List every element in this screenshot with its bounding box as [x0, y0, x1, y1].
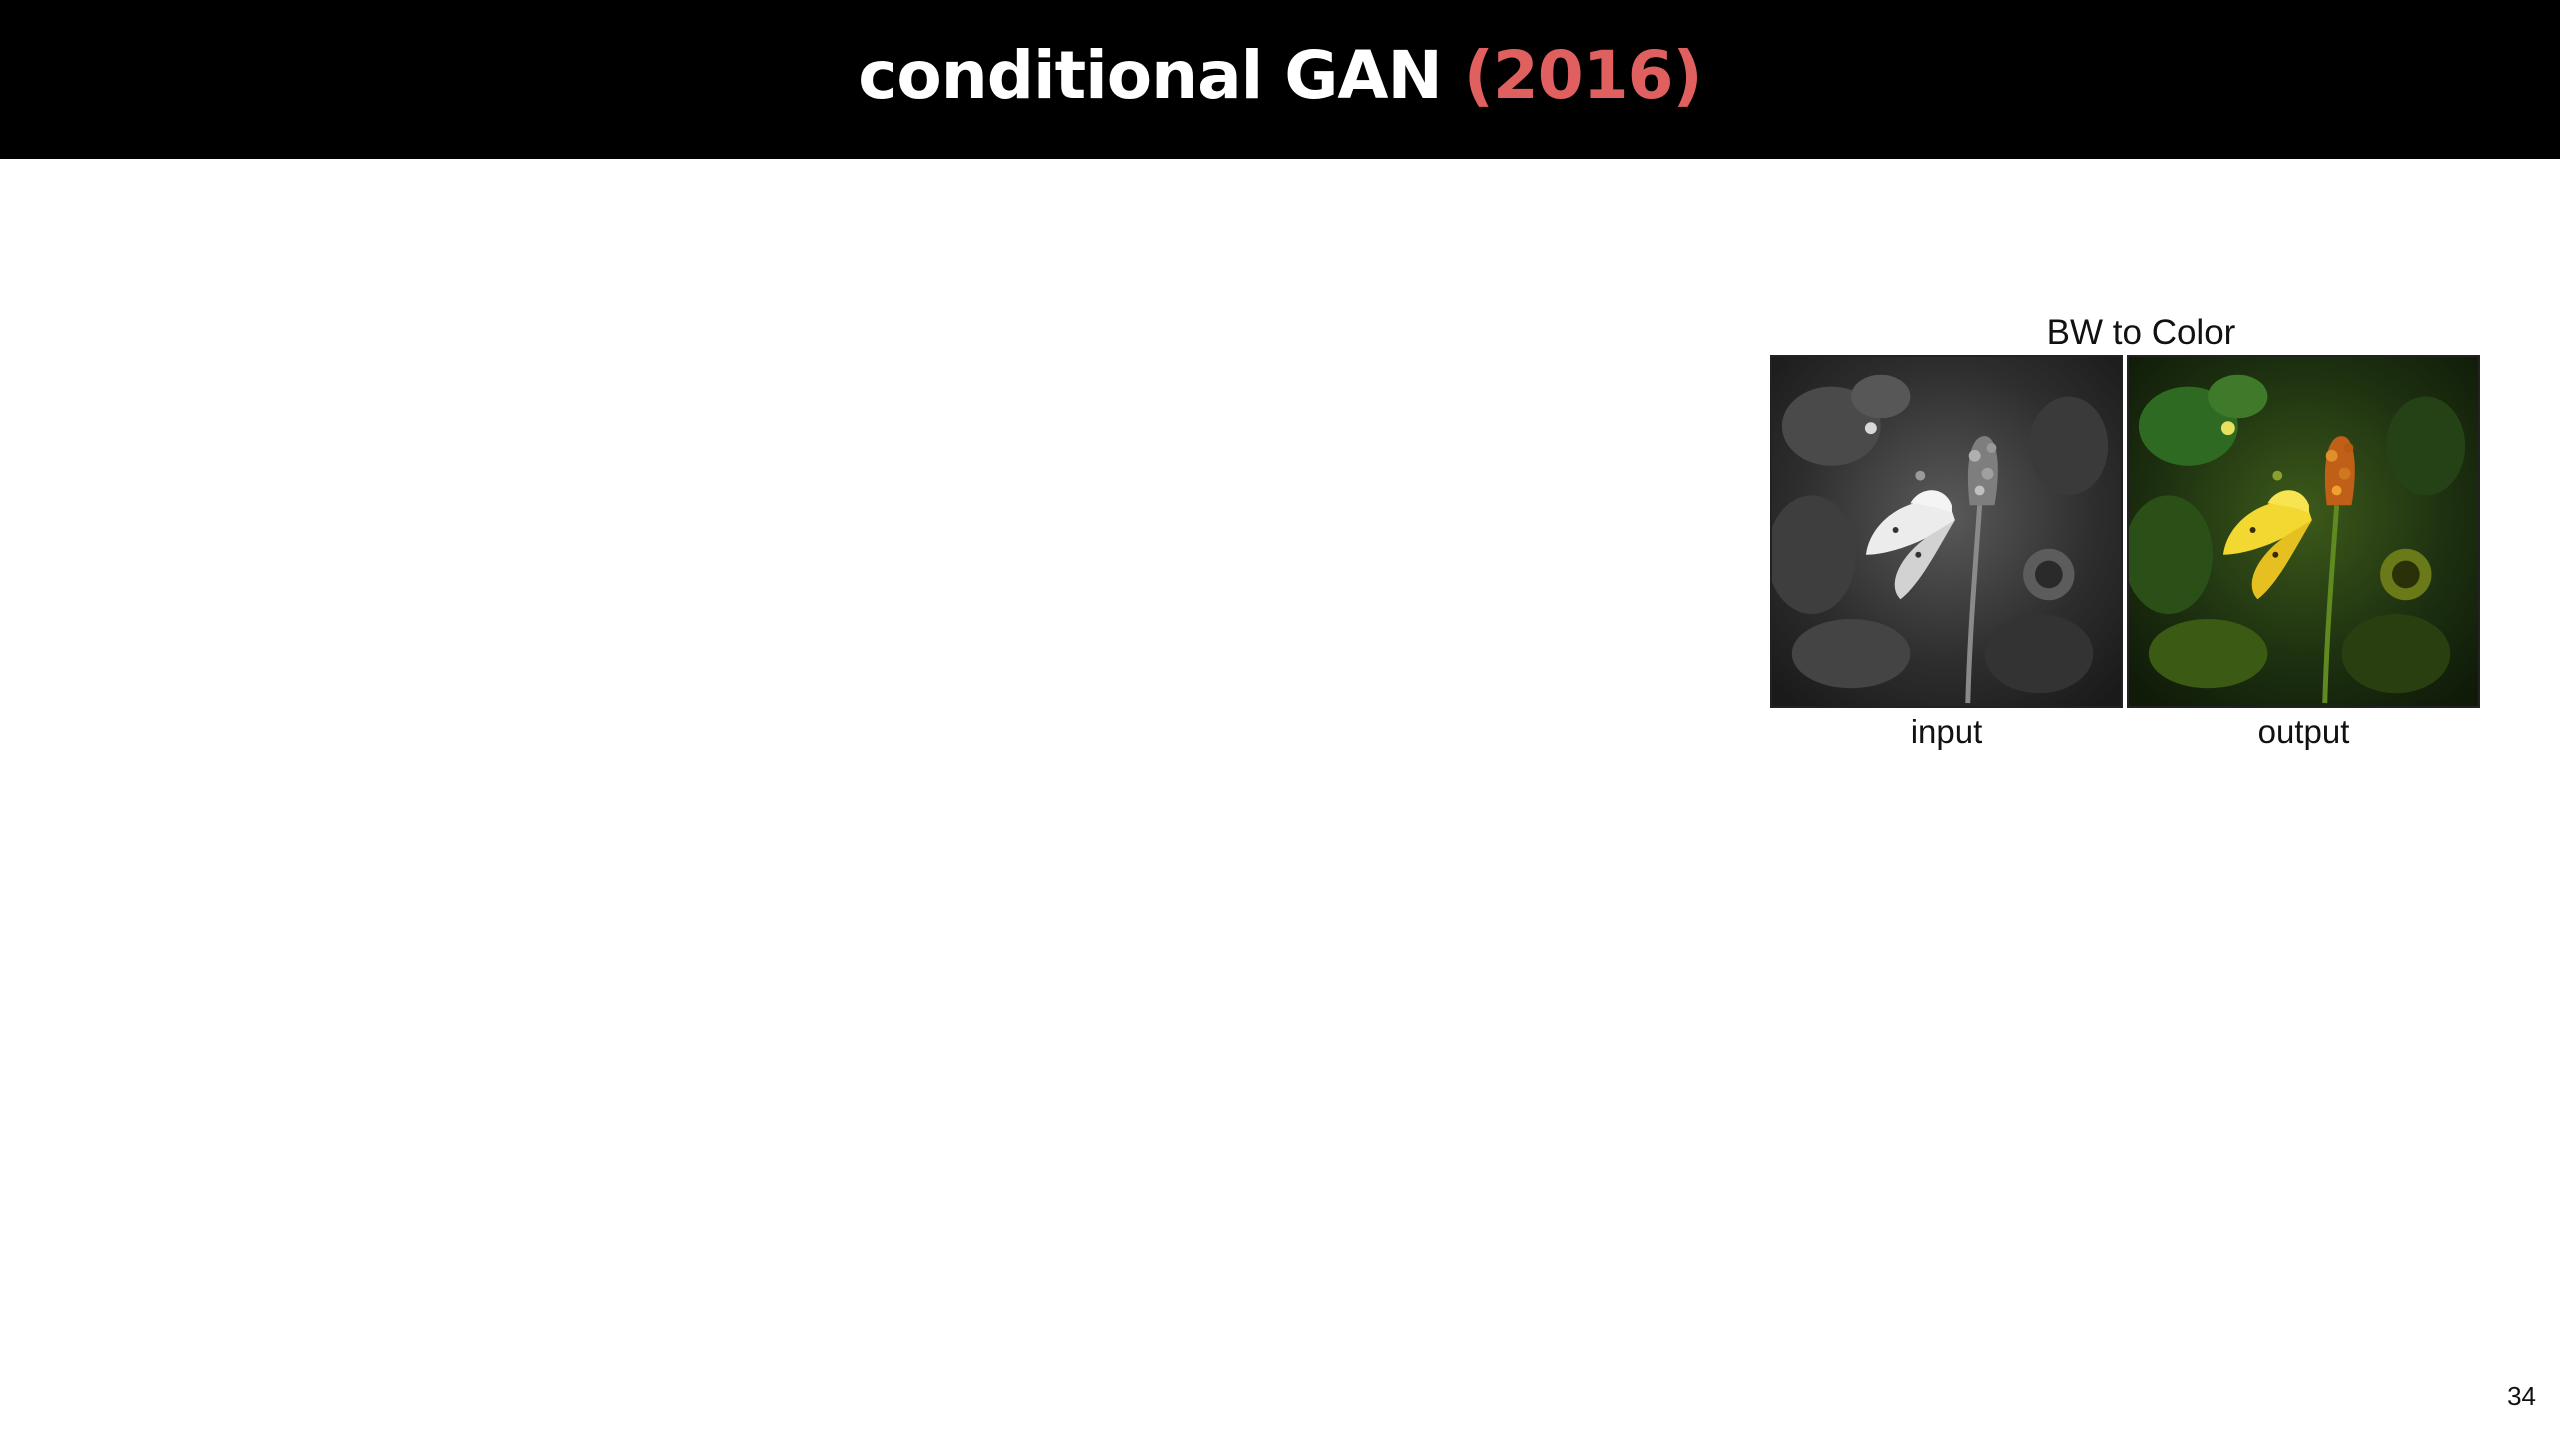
output-image-graphic — [2129, 357, 2478, 706]
slide-title: conditional GAN (2016) — [858, 37, 1703, 114]
slide-title-main: conditional GAN — [858, 37, 1464, 114]
output-caption: output — [2257, 713, 2350, 750]
slide-title-year: (2016) — [1463, 37, 1703, 114]
slide: conditional GAN (2016) BW to Color input… — [0, 0, 2560, 1440]
page-number: 34 — [2507, 1381, 2536, 1411]
output-image-color-butterfly — [2127, 355, 2480, 708]
bw-to-color-figure: BW to Color input output — [1770, 305, 2482, 755]
title-bar: conditional GAN (2016) — [0, 0, 2560, 159]
input-image-bw-butterfly — [1770, 355, 2123, 708]
input-image-graphic — [1772, 357, 2121, 706]
figure-title: BW to Color — [2046, 313, 2236, 352]
input-caption: input — [1910, 713, 1983, 750]
